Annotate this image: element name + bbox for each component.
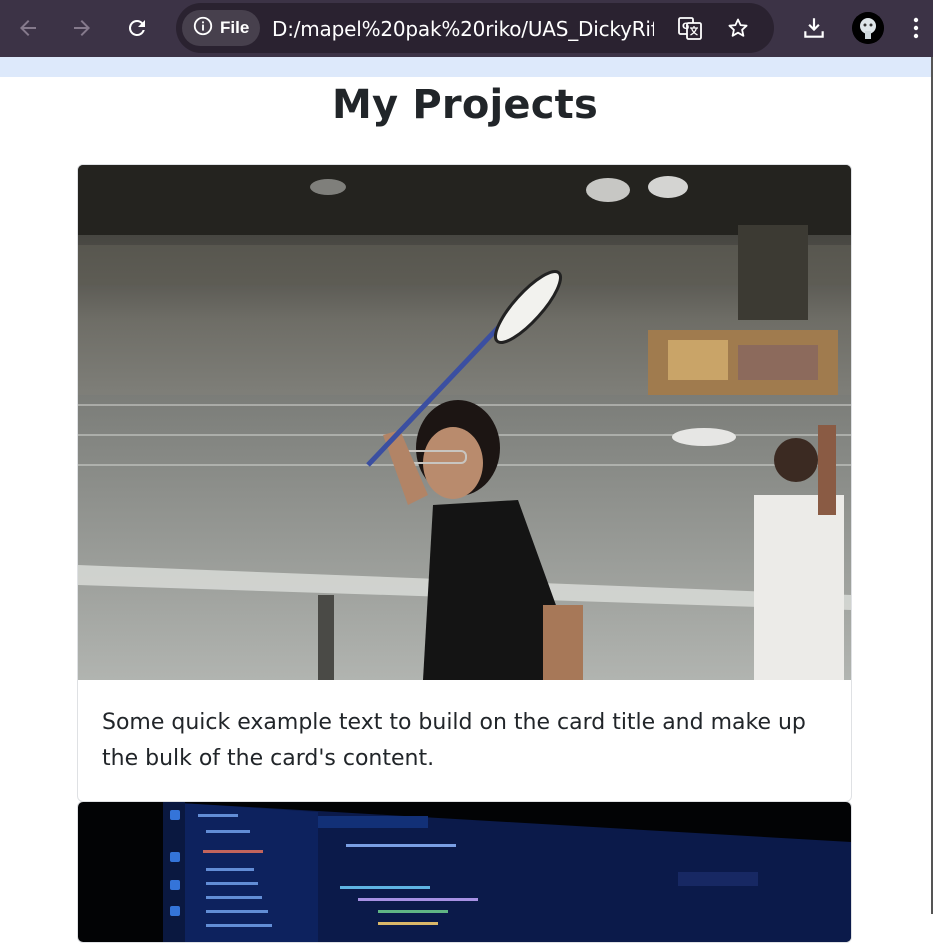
page-top-strip: [0, 57, 933, 77]
arrow-left-icon: [16, 16, 40, 40]
project-card: Some quick example text to build on the …: [77, 164, 852, 802]
reload-icon: [125, 16, 149, 40]
profile-avatar[interactable]: [852, 12, 884, 44]
svg-text:G: G: [682, 22, 689, 32]
kebab-menu-icon[interactable]: [906, 12, 926, 44]
card-text: Some quick example text to build on the …: [102, 710, 806, 771]
arrow-right-icon: [70, 16, 94, 40]
file-scheme-label: File: [220, 18, 250, 37]
page-title: My Projects: [331, 82, 598, 128]
forward-button[interactable]: [62, 8, 102, 48]
address-bar[interactable]: File D:/mapel%20pak%20riko/UAS_DickyRif.…: [176, 3, 774, 53]
url-text[interactable]: D:/mapel%20pak%20riko/UAS_DickyRif...: [272, 17, 654, 41]
browser-toolbar: File D:/mapel%20pak%20riko/UAS_DickyRif.…: [0, 0, 933, 57]
info-icon: [192, 15, 214, 42]
star-icon[interactable]: [724, 14, 752, 42]
back-button[interactable]: [8, 8, 48, 48]
project-card: [77, 801, 852, 943]
reload-button[interactable]: [117, 8, 157, 48]
download-icon[interactable]: [798, 12, 830, 44]
site-info-chip[interactable]: File: [182, 10, 260, 46]
code-editor-laptop-photo: [78, 802, 851, 942]
translate-icon[interactable]: G: [676, 14, 704, 42]
badminton-players-photo: [78, 165, 851, 680]
